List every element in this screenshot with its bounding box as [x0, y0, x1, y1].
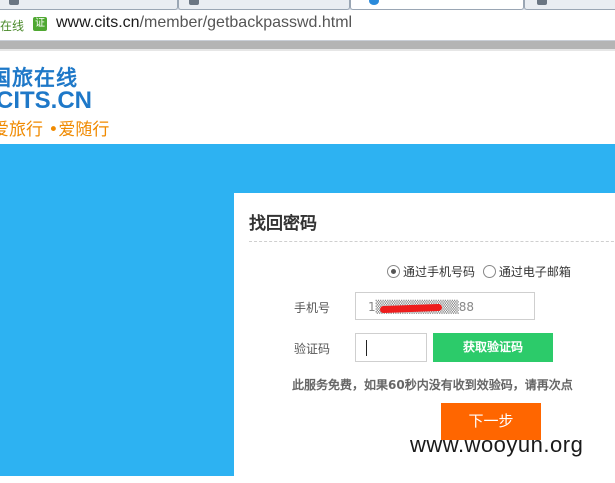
phone-label: 手机号 — [294, 301, 331, 315]
site-header: 国旅在线 CITS.CN 爱旅行 •爱随行 — [0, 51, 615, 144]
recovery-method-group: 通过手机号码 通过电子邮箱 — [387, 263, 575, 280]
page-title: 找回密码 — [249, 214, 317, 234]
site-tag: 在线 — [0, 19, 25, 33]
watermark: www.wooyun.org — [410, 432, 584, 457]
certificate-icon[interactable]: 证 — [33, 17, 47, 31]
verification-code-label: 验证码 — [294, 342, 331, 356]
browser-tab[interactable] — [178, 0, 350, 10]
page-icon — [537, 0, 547, 5]
address-bar[interactable]: 在线 证 www.cits.cn/member/getbackpasswd.ht… — [0, 10, 615, 41]
radio-checked-icon[interactable] — [387, 265, 400, 278]
radio-by-email-label: 通过电子邮箱 — [498, 265, 571, 279]
toolbar-strip — [0, 41, 615, 49]
verification-code-input[interactable] — [355, 333, 427, 362]
url-path: /member/getbackpasswd.html — [139, 14, 353, 31]
loading-icon — [369, 0, 379, 5]
url-host: www.cits.cn — [56, 14, 140, 31]
get-code-button[interactable]: 获取验证码 — [433, 333, 553, 362]
radio-by-phone[interactable]: 通过手机号码 — [387, 263, 475, 280]
page-icon — [189, 0, 199, 5]
radio-by-phone-label: 通过手机号码 — [403, 265, 476, 279]
text-caret — [366, 340, 367, 356]
radio-unchecked-icon[interactable] — [482, 265, 496, 278]
title-divider — [249, 241, 615, 242]
radio-by-email[interactable]: 通过电子邮箱 — [482, 263, 571, 280]
page-icon — [9, 0, 19, 5]
browser-tab[interactable] — [524, 0, 615, 10]
service-notice: 此服务免费，如果60秒内没有收到效验码，请再次点 — [292, 378, 573, 392]
browser-tab[interactable] — [0, 0, 178, 10]
browser-tab-active[interactable] — [350, 0, 524, 10]
tab-strip — [0, 0, 615, 10]
logo-slogan: 爱旅行 •爱随行 — [0, 120, 110, 140]
url-text[interactable]: www.cits.cn/member/getbackpasswd.html — [56, 14, 352, 32]
logo-name-en: CITS.CN — [0, 87, 92, 114]
